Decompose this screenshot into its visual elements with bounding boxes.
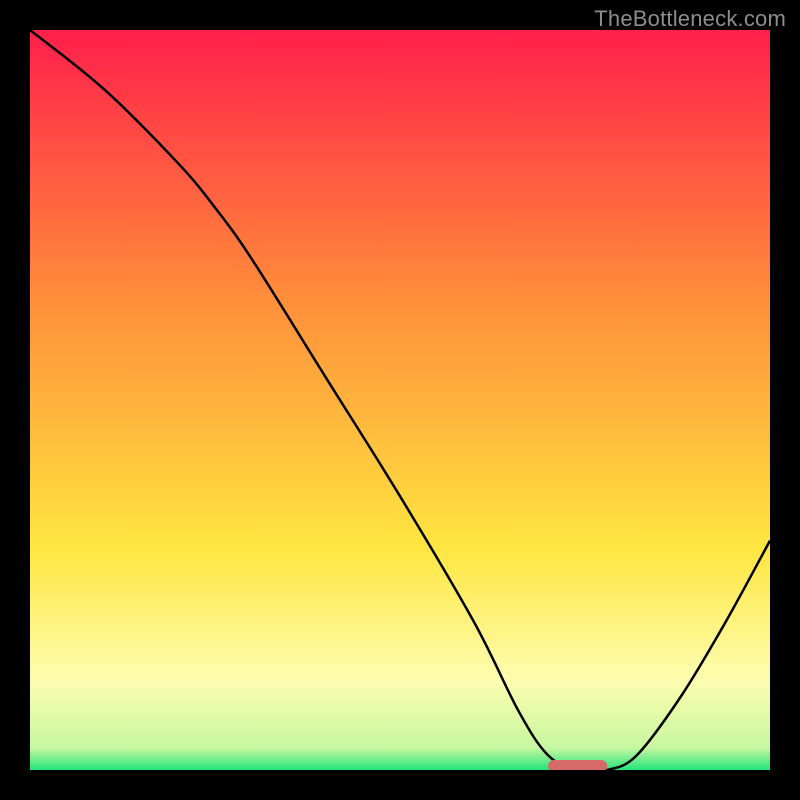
heatmap-gradient bbox=[30, 30, 770, 770]
watermark-text: TheBottleneck.com bbox=[594, 6, 786, 32]
plot-area bbox=[30, 30, 770, 770]
chart-frame: TheBottleneck.com bbox=[0, 0, 800, 800]
